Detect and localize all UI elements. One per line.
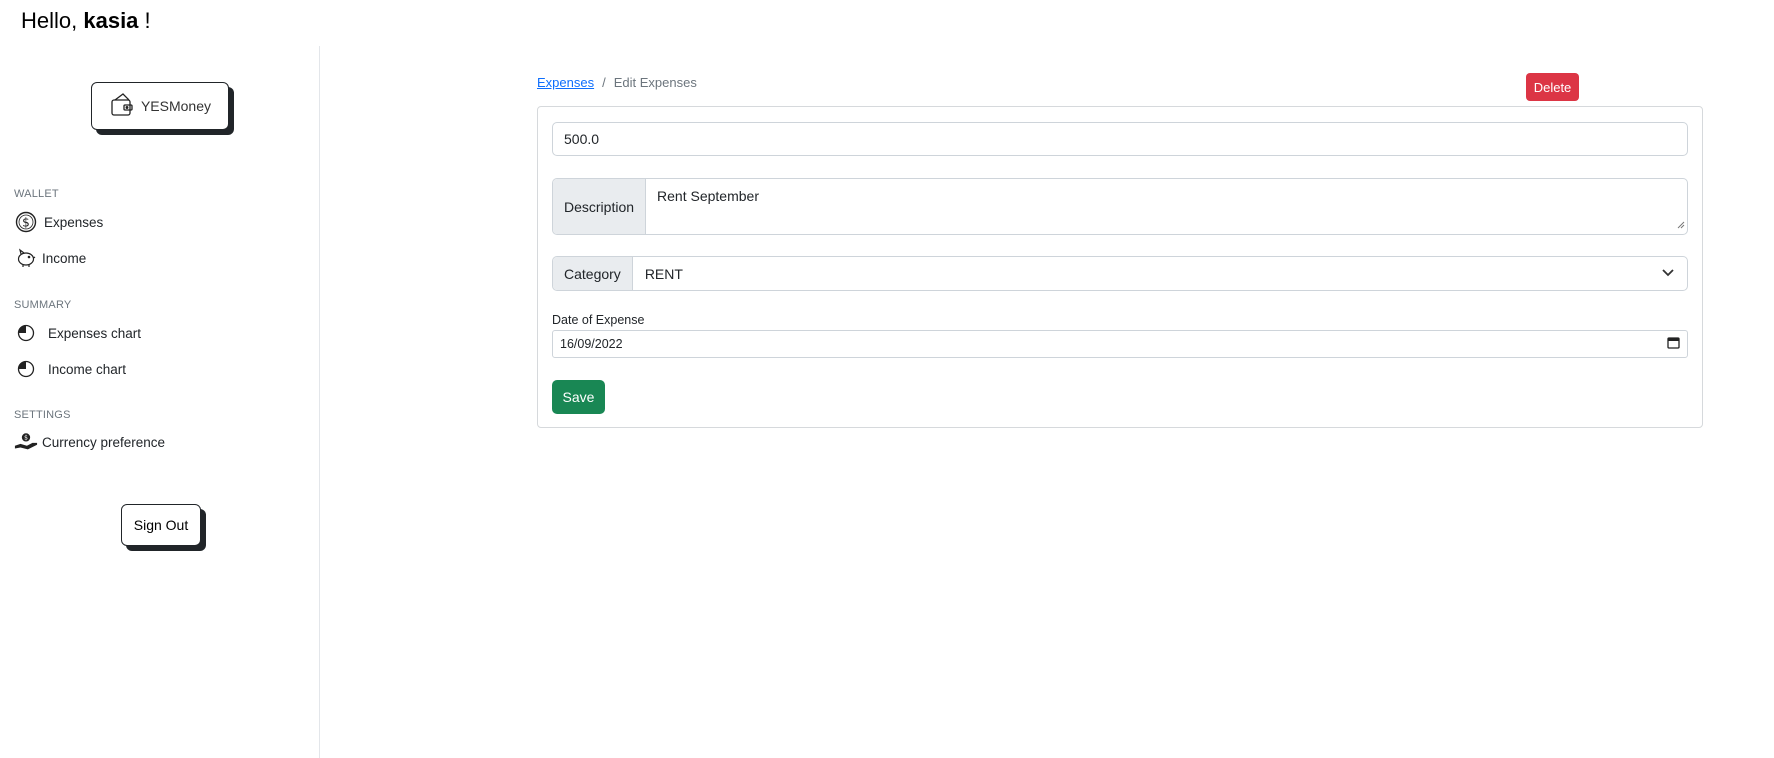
piggy-bank-icon [14, 246, 38, 270]
breadcrumb-link-expenses[interactable]: Expenses [537, 75, 594, 90]
breadcrumb: Expenses / Edit Expenses [537, 75, 697, 90]
sign-out-button[interactable]: Sign Out [121, 504, 201, 546]
category-label: Category [553, 257, 633, 290]
date-label: Date of Expense [552, 313, 645, 327]
greeting: Hello, kasia ! [21, 8, 151, 34]
sidebar-item-expenses-chart[interactable]: Expenses chart [14, 321, 141, 345]
save-button[interactable]: Save [552, 380, 605, 414]
sidebar-item-income[interactable]: Income [14, 246, 86, 270]
sidebar-item-income-chart[interactable]: Income chart [14, 357, 126, 381]
breadcrumb-current: Edit Expenses [613, 75, 697, 90]
category-value: RENT [644, 265, 683, 282]
amount-value: 500.0 [564, 131, 600, 147]
sidebar: YESMoney WALLET $ Expenses Income SUMMAR… [0, 46, 320, 758]
edit-expense-form: 500.0 Description Rent September Categor… [537, 106, 1703, 428]
description-value: Rent September [657, 188, 759, 204]
delete-button[interactable]: Delete [1526, 73, 1579, 101]
section-title-wallet: WALLET [14, 188, 59, 200]
greeting-username: kasia [83, 8, 139, 33]
sidebar-item-label: Income chart [48, 361, 127, 377]
hand-coin-icon: $ [14, 430, 38, 454]
sidebar-item-expenses[interactable]: $ Expenses [14, 210, 103, 234]
category-select[interactable]: RENT [633, 257, 1687, 290]
calendar-icon[interactable] [1667, 336, 1680, 352]
svg-text:$: $ [22, 216, 30, 230]
greeting-prefix: Hello, [21, 8, 84, 33]
sidebar-item-label: Income [42, 250, 87, 266]
pie-chart-icon [14, 321, 38, 345]
section-title-summary: SUMMARY [14, 299, 72, 311]
section-title-settings: SETTINGS [14, 409, 71, 421]
brand-button[interactable]: YESMoney [91, 82, 229, 130]
category-input-group: Category RENT [552, 256, 1688, 291]
date-input[interactable]: 16/09/2022 [552, 330, 1688, 358]
sidebar-item-currency-preference[interactable]: $ Currency preference [14, 430, 165, 454]
svg-text:$: $ [24, 435, 28, 442]
breadcrumb-separator: / [602, 75, 606, 90]
pie-chart-icon [14, 357, 38, 381]
chevron-down-icon [1661, 265, 1675, 282]
description-label: Description [553, 179, 647, 234]
description-textarea[interactable]: Rent September [646, 179, 1687, 234]
greeting-suffix: ! [138, 8, 151, 33]
brand-label: YESMoney [140, 98, 212, 114]
wallet-icon [109, 92, 135, 121]
sidebar-item-label: Expenses chart [48, 325, 142, 341]
sidebar-item-label: Expenses [44, 214, 104, 230]
resize-handle-icon[interactable] [1677, 216, 1685, 232]
sidebar-item-label: Currency preference [42, 434, 166, 450]
amount-input[interactable]: 500.0 [552, 122, 1688, 156]
date-value: 16/09/2022 [560, 337, 623, 351]
description-input-group: Description Rent September [552, 178, 1688, 235]
dollar-coin-icon: $ [14, 210, 38, 234]
